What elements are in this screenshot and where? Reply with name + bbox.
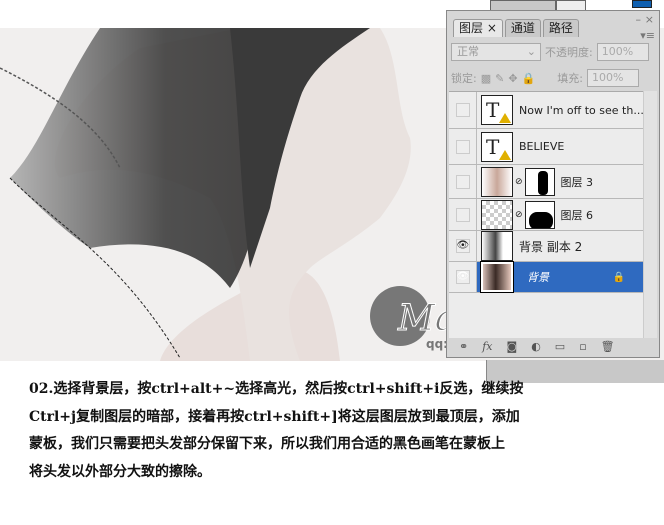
eye-icon[interactable]: 👁 — [455, 270, 470, 284]
link-icon: ⊘ — [515, 176, 523, 187]
layer-name: 背景 副本 2 — [519, 239, 583, 254]
mask-thumbnail — [524, 167, 555, 196]
fill-input[interactable]: 100% — [586, 69, 639, 87]
layers-panel: – × ▾≡ 图层 × 通道 路径 正常 ⌄ 不透明度: 100% 锁定: ▩ ✎… — [446, 10, 660, 358]
layer-name: 图层 3 — [560, 175, 594, 189]
visibility-toggle[interactable] — [455, 174, 470, 189]
adjustment-icon[interactable]: ◐ — [531, 340, 541, 353]
instruction-line: Ctrl+j复制图层的暗部，接着再按ctrl+shift+]将这层图层放到最顶层… — [29, 408, 520, 425]
visibility-toggle[interactable] — [455, 139, 470, 154]
layer-name: 图层 6 — [560, 208, 594, 222]
text-layer-icon: T — [481, 131, 513, 162]
layer-row[interactable]: T Now I'm off to see th... — [449, 92, 645, 129]
color-swatch[interactable] — [632, 0, 652, 8]
eye-icon[interactable]: 👁 — [455, 239, 470, 253]
layer-row[interactable]: ⊘ 图层 3 — [449, 165, 645, 199]
instruction-line: 02.选择背景层，按ctrl+alt+~选择高光，然后按ctrl+shift+i… — [29, 381, 524, 397]
link-icon: ⊘ — [515, 209, 523, 220]
text-layer-icon: T — [481, 95, 513, 125]
instruction-line: 蒙板，我们只需要把头发部分保留下来，所以我们用合适的黑色画笔在蒙板上 — [29, 436, 505, 452]
mask-icon[interactable]: ◙ — [507, 340, 518, 353]
layer-thumbnail — [481, 199, 513, 230]
panel-footer: ⚭ fx ◙ ◐ ▭ ▫ 🗑 — [449, 337, 657, 355]
new-layer-icon[interactable]: ▫ — [579, 340, 586, 353]
layer-thumbnail — [481, 231, 513, 261]
layer-row[interactable]: ⊘ 图层 6 — [449, 199, 645, 231]
tab-layers[interactable]: 图层 × — [453, 19, 503, 37]
link-icon[interactable]: ⚭ — [459, 340, 468, 353]
fill-label: 填充: — [557, 72, 583, 85]
lock-move-icon[interactable]: ✥ — [508, 72, 517, 85]
layer-name: 背景 — [527, 271, 549, 284]
mask-thumbnail — [524, 200, 555, 229]
layer-thumbnail — [480, 261, 514, 293]
layer-row-selected[interactable]: 👁 背景 🔒 — [449, 261, 645, 293]
visibility-toggle[interactable] — [455, 207, 470, 222]
instruction-text: 02.选择背景层，按ctrl+alt+~选择高光，然后按ctrl+shift+i… — [29, 376, 649, 486]
instruction-line: 将头发以外部分大致的擦除。 — [29, 463, 211, 480]
layers-list: T Now I'm off to see th... T BELIEVE ⊘ 图层 3… — [449, 91, 645, 338]
close-icon[interactable]: × — [645, 13, 654, 26]
minimize-icon[interactable]: – — [636, 13, 642, 26]
fx-icon[interactable]: fx — [482, 340, 492, 353]
visibility-toggle[interactable] — [455, 103, 470, 117]
tab-paths[interactable]: 路径 — [542, 19, 579, 37]
warning-icon — [499, 113, 511, 123]
lock-brush-icon[interactable]: ✎ — [495, 72, 504, 85]
lock-all-icon[interactable]: 🔒 — [522, 72, 536, 85]
layer-row[interactable]: 👁 背景 副本 2 — [449, 231, 645, 262]
opacity-label: 不透明度: — [545, 46, 593, 59]
folder-icon[interactable]: ▭ — [555, 340, 565, 353]
layer-thumbnail — [481, 166, 513, 197]
lock-transparency-icon[interactable]: ▩ — [481, 72, 491, 85]
opacity-input[interactable]: 100% — [596, 43, 649, 61]
blend-mode-value: 正常 — [457, 45, 479, 58]
lock-label: 锁定: — [451, 72, 477, 85]
blend-mode-select[interactable]: 正常 ⌄ — [451, 43, 541, 61]
layer-name: BELIEVE — [519, 140, 565, 153]
layer-name: Now I'm off to see th... — [519, 103, 644, 117]
warning-icon — [499, 149, 511, 160]
tab-channels[interactable]: 通道 — [504, 19, 541, 37]
chevron-down-icon: ⌄ — [526, 45, 536, 58]
scrollbar[interactable] — [643, 91, 657, 338]
layer-row[interactable]: T BELIEVE — [449, 129, 645, 165]
lock-icon: 🔒 — [612, 271, 625, 283]
trash-icon[interactable]: 🗑 — [601, 340, 615, 353]
